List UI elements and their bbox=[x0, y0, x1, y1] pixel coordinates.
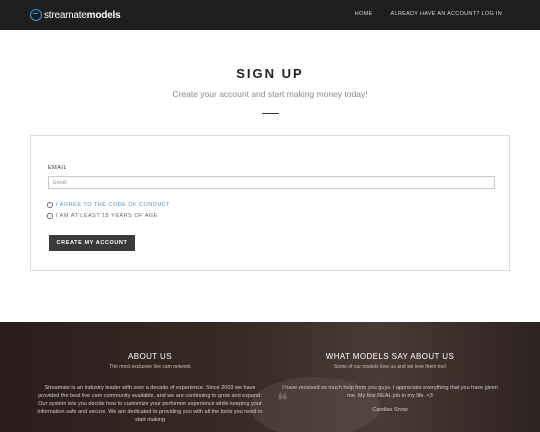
nav-login-link[interactable]: ALREADY HAVE AN ACCOUNT? LOG IN bbox=[391, 11, 503, 17]
page-subtitle: Create your account and start making mon… bbox=[172, 89, 368, 99]
title-divider bbox=[262, 113, 279, 114]
top-navbar: streamate models HOME ALREADY HAVE AN AC… bbox=[0, 0, 540, 30]
about-us-column: ABOUT US The most exclusive live cam net… bbox=[36, 352, 264, 424]
age-checkbox-label: I AM AT LEAST 18 YEARS OF AGE bbox=[56, 213, 158, 219]
conduct-checkbox[interactable] bbox=[47, 202, 53, 208]
streamate-models-logo[interactable]: streamate models bbox=[30, 8, 121, 22]
logo-text-models: models bbox=[86, 9, 121, 21]
main-nav: HOME ALREADY HAVE AN ACCOUNT? LOG IN bbox=[355, 11, 502, 17]
conduct-checkbox-row[interactable]: I AGREE TO THE CODE OF CONDUCT bbox=[47, 202, 170, 208]
create-account-button[interactable]: CREATE MY ACCOUNT bbox=[49, 235, 135, 251]
testimonials-column: WHAT MODELS SAY ABOUT US Some of our mod… bbox=[280, 352, 500, 413]
conduct-checkbox-label[interactable]: I AGREE TO THE CODE OF CONDUCT bbox=[56, 202, 170, 208]
testimonials-subtitle: Some of our models love us and we love t… bbox=[333, 364, 447, 370]
about-us-title: ABOUT US bbox=[128, 352, 172, 361]
email-field[interactable] bbox=[48, 176, 495, 189]
age-checkbox-row[interactable]: I AM AT LEAST 18 YEARS OF AGE bbox=[47, 213, 158, 219]
testimonial-quote: I have received so much help from you gu… bbox=[282, 385, 498, 399]
signup-form-card: EMAIL I AGREE TO THE CODE OF CONDUCT I A… bbox=[30, 135, 510, 271]
testimonials-title: WHAT MODELS SAY ABOUT US bbox=[325, 352, 455, 361]
email-label: EMAIL bbox=[48, 165, 68, 171]
nav-home-link[interactable]: HOME bbox=[355, 11, 373, 17]
footer-section: ABOUT US The most exclusive live cam net… bbox=[0, 322, 540, 432]
age-checkbox[interactable] bbox=[47, 213, 53, 219]
page-title: SIGN UP bbox=[236, 66, 304, 81]
about-us-subtitle: The most exclusive live cam network bbox=[109, 364, 191, 370]
logo-text-streamate: streamate bbox=[44, 9, 87, 21]
about-us-body: Streamate is an industry leader with ove… bbox=[37, 385, 263, 423]
logo-icon bbox=[30, 9, 42, 21]
testimonial-author: Candise Snow bbox=[372, 407, 408, 413]
